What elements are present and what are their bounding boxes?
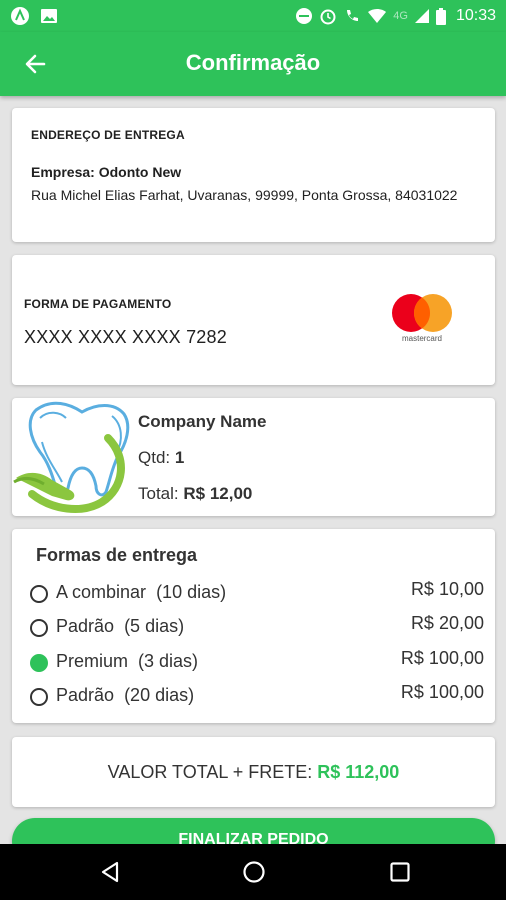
radio-button-selected[interactable] xyxy=(30,654,48,672)
order-total-value: R$ 112,00 xyxy=(317,762,400,782)
delivery-option-padrao-20[interactable]: Padrão (20 dias) R$ 100,00 xyxy=(30,682,484,710)
delivery-option-padrao-5[interactable]: Padrão (5 dias) R$ 20,00 xyxy=(30,613,484,641)
option-label: A combinar (10 dias) xyxy=(56,582,227,602)
option-price: R$ 10,00 xyxy=(410,579,484,599)
status-bar: 4G 10:33 xyxy=(0,0,506,32)
company-name: Empresa: Odonto New xyxy=(31,164,182,180)
alarm-icon xyxy=(319,7,337,25)
total-value: R$ 12,00 xyxy=(183,484,253,503)
payment-method-card[interactable]: FORMA DE PAGAMENTO XXXX XXXX XXXX 7282 m… xyxy=(12,255,495,385)
delivery-options-title: Formas de entrega xyxy=(36,545,198,565)
order-total: VALOR TOTAL + FRETE: R$ 112,00 xyxy=(12,762,495,783)
radio-button[interactable] xyxy=(30,585,48,603)
delivery-options-card: Formas de entrega A combinar (10 dias) R… xyxy=(12,529,495,723)
triangle-back-icon xyxy=(101,861,119,883)
phone-signal-icon xyxy=(343,7,361,25)
clock: 10:33 xyxy=(455,7,496,24)
delivery-address-card: ENDEREÇO DE ENTREGA Empresa: Odonto New … xyxy=(12,108,495,242)
option-price: R$ 100,00 xyxy=(400,682,484,702)
order-total-card: VALOR TOTAL + FRETE: R$ 112,00 xyxy=(12,737,495,807)
nav-home-button[interactable] xyxy=(242,860,266,884)
nav-back-button[interactable] xyxy=(98,860,122,884)
circle-home-icon xyxy=(243,861,265,883)
page-title: Confirmação xyxy=(185,50,321,75)
product-card: Company Name Qtd: 1 Total: R$ 12,00 xyxy=(12,398,495,516)
option-label: Premium (3 dias) xyxy=(56,651,199,671)
delivery-address-label: ENDEREÇO DE ENTREGA xyxy=(31,128,185,142)
order-total-label: VALOR TOTAL + FRETE: xyxy=(107,762,313,782)
network-type: 4G xyxy=(393,10,408,22)
battery-icon xyxy=(435,7,446,25)
do-not-disturb-icon xyxy=(295,7,313,25)
quantity-label: Qtd: xyxy=(138,448,171,467)
nav-recents-button[interactable] xyxy=(388,860,412,884)
app-icon xyxy=(10,6,30,26)
square-recents-icon xyxy=(390,862,410,882)
radio-button[interactable] xyxy=(30,688,48,706)
product-total: Total: R$ 12,00 xyxy=(138,484,252,504)
option-label: Padrão (20 dias) xyxy=(56,685,195,705)
option-price: R$ 100,00 xyxy=(400,648,484,668)
image-icon xyxy=(40,8,58,24)
radio-button[interactable] xyxy=(30,619,48,637)
product-quantity: Qtd: 1 xyxy=(138,448,184,468)
quantity-value: 1 xyxy=(174,448,185,467)
product-name: Company Name xyxy=(138,412,267,431)
total-label: Total: xyxy=(138,484,179,503)
wifi-icon xyxy=(367,8,387,24)
system-nav-bar xyxy=(0,844,506,900)
option-label: Padrão (5 dias) xyxy=(56,616,185,636)
tooth-logo-image xyxy=(12,398,134,516)
card-brand: mastercard xyxy=(401,334,442,343)
delivery-option-a-combinar[interactable]: A combinar (10 dias) R$ 10,00 xyxy=(30,579,484,607)
cell-signal-icon xyxy=(414,8,430,24)
address-text: Rua Michel Elias Farhat, Uvaranas, 99999… xyxy=(31,187,458,203)
delivery-option-premium[interactable]: Premium (3 dias) R$ 100,00 xyxy=(30,648,484,676)
option-price: R$ 20,00 xyxy=(410,613,484,633)
app-bar: Confirmação xyxy=(0,32,506,96)
mastercard-logo: mastercard xyxy=(389,293,455,347)
